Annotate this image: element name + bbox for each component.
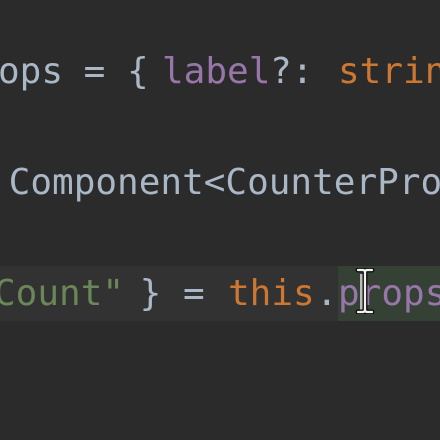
token-keyword-this: this: [228, 273, 315, 314]
token-property-props: props: [338, 273, 440, 314]
token-string-literal: Count": [0, 273, 125, 314]
text-cursor-ibeam-icon: [355, 268, 375, 314]
token-punctuation-optional: ?:: [270, 51, 336, 92]
code-line-2[interactable]: Component<CounterPro: [0, 155, 440, 210]
token-property-label: label: [162, 51, 271, 92]
code-line-1[interactable]: ops = { label ?: strin: [0, 44, 440, 99]
token-dot: .: [316, 273, 338, 314]
code-editor[interactable]: ops = { label ?: strin Component<Counter…: [0, 0, 440, 440]
token-punctuation: = {: [62, 51, 171, 92]
token-punctuation-destructure: } =: [118, 273, 227, 314]
token-type-keyword: strin: [338, 51, 440, 92]
token-type-name: ops: [0, 51, 64, 92]
token-class-name: Component<CounterPro: [0, 162, 440, 203]
